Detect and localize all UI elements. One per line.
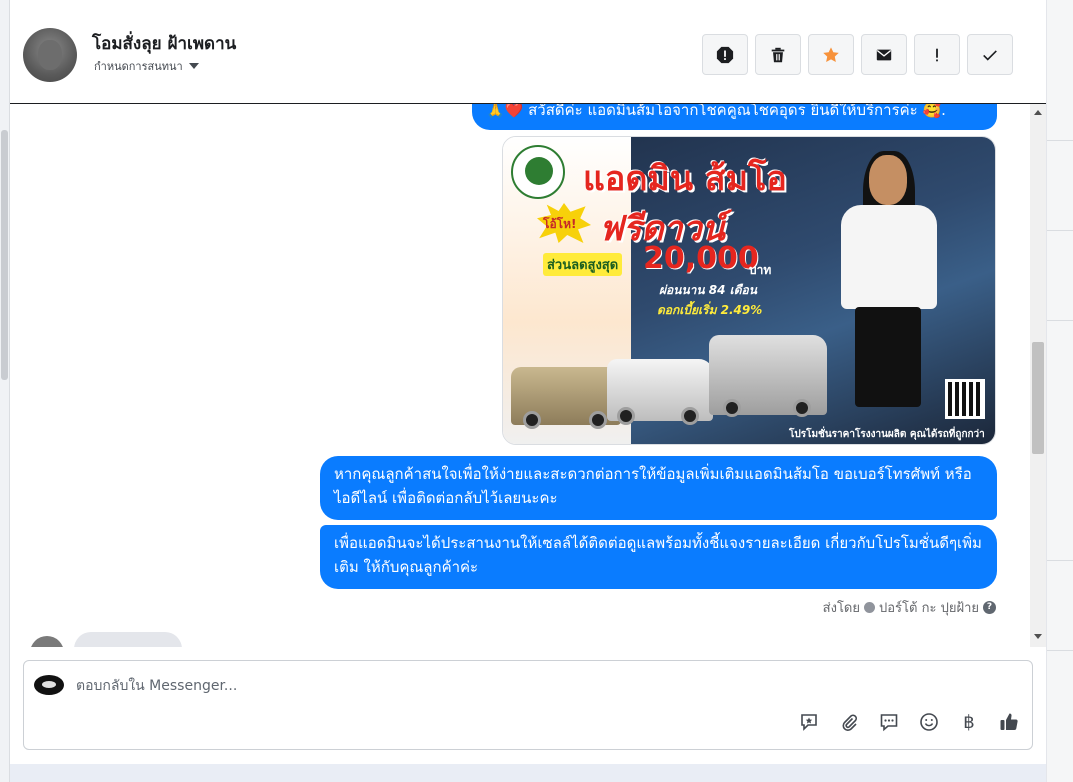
message-bubble-info-1[interactable]: หากคุณลูกค้าสนใจเพื่อให้ง่ายและสะดวกต่อก… [320, 456, 997, 520]
sedan-car-image [511, 367, 621, 429]
follow-up-button[interactable] [914, 34, 960, 75]
trash-icon [771, 47, 785, 62]
thread-scroll-thumb[interactable] [1032, 342, 1044, 454]
smiley-icon [920, 713, 938, 731]
conversation-panel: โอมสั่งลุย ฝ้าเพดาน กำหนดการสนทนา 🙏❤️ สว… [10, 0, 1046, 764]
promo-sale-label: ส่วนลดสูงสุด [543, 253, 623, 276]
delete-button[interactable] [755, 34, 801, 75]
sent-by-prefix: ส่งโดย [822, 601, 860, 616]
page-logo [34, 675, 64, 695]
saved-reply-icon [801, 714, 817, 731]
contact-avatar-small [30, 636, 64, 647]
mark-done-button[interactable] [967, 34, 1013, 75]
conversation-header: โอมสั่งลุย ฝ้าเพดาน กำหนดการสนทนา [10, 0, 1046, 104]
verified-icon [864, 602, 875, 613]
incoming-message-bubble[interactable] [74, 632, 182, 647]
promo-rate: ดอกเบี้ยเริ่ม 2.49% [657, 303, 763, 317]
reply-composer: ฿ [23, 660, 1033, 750]
chevron-down-icon [188, 63, 199, 69]
left-scroll-thumb[interactable] [1, 130, 8, 380]
scroll-up-icon[interactable] [1034, 110, 1042, 115]
thread-scrollbar[interactable] [1030, 104, 1046, 647]
scroll-down-icon[interactable] [1034, 634, 1042, 639]
attach-button[interactable] [838, 711, 860, 733]
sent-by-line: ส่งโดย ปอร์โต้ กะ ปุยฝ้าย ? [710, 597, 996, 618]
promo-badge-text: โอ้โห! [543, 217, 577, 231]
cargo-truck-image [709, 335, 827, 417]
payment-baht-button[interactable]: ฿ [958, 711, 980, 733]
saved-reply-button[interactable] [798, 711, 820, 733]
thumbs-up-icon [1000, 713, 1018, 731]
promo-unit: บาท [749, 263, 772, 277]
spam-button[interactable] [702, 34, 748, 75]
promo-footer: โปรโมชั่นราคาโรงงานผลิต คุณได้รถที่ถูกกว… [789, 429, 985, 440]
envelope-icon [876, 49, 892, 60]
reply-input[interactable] [76, 675, 776, 697]
qr-code-image [945, 379, 985, 419]
quick-reply-button[interactable] [878, 711, 900, 733]
composer-tools: ฿ [798, 711, 1020, 733]
header-actions [702, 34, 1013, 75]
message-bubble-greeting[interactable]: 🙏❤️ สวัสดีค่ะ แอดมินส้มโอจากโชคคูณโชคอุด… [472, 104, 997, 130]
pickup-truck-image [607, 359, 713, 425]
promo-amount: 20,000 [643, 241, 759, 276]
help-icon[interactable]: ? [983, 601, 996, 614]
like-button[interactable] [998, 711, 1020, 733]
paperclip-icon [842, 714, 857, 732]
dealer-logo [511, 145, 565, 199]
exclamation-icon [936, 48, 938, 61]
contact-name[interactable]: โอมสั่งลุย ฝ้าเพดาน [92, 30, 236, 57]
contact-avatar[interactable] [23, 28, 77, 82]
admin-person-image [833, 151, 943, 419]
message-bubble-info-2[interactable]: เพื่อแอดมินจะได้ประสานงานให้เซลล์ได้ติดต… [320, 525, 997, 589]
promo-image[interactable]: แอดมิน ส้มโอ โอ้โห! ฟรีดาวน์ ส่วนลดสูงสุ… [502, 136, 996, 445]
message-thread[interactable]: 🙏❤️ สวัสดีค่ะ แอดมินส้มโอจากโชคคูณโชคอุด… [10, 104, 1046, 647]
mark-unread-button[interactable] [861, 34, 907, 75]
promo-title: แอดมิน ส้มโอ [583, 159, 787, 199]
check-icon [983, 49, 997, 61]
spam-icon [716, 46, 734, 63]
chat-bubble-icon [880, 714, 898, 732]
sent-by-name: ปอร์โต้ กะ ปุยฝ้าย [879, 601, 979, 616]
star-icon [823, 46, 839, 62]
assign-label: กำหนดการสนทนา [94, 60, 183, 73]
right-side-panel [1046, 0, 1073, 782]
assign-conversation-dropdown[interactable]: กำหนดการสนทนา [94, 57, 199, 75]
emoji-button[interactable] [918, 711, 940, 733]
left-page-scrollbar[interactable] [0, 0, 10, 782]
promo-months: ผ่อนนาน 84 เดือน [659, 283, 757, 297]
star-button[interactable] [808, 34, 854, 75]
